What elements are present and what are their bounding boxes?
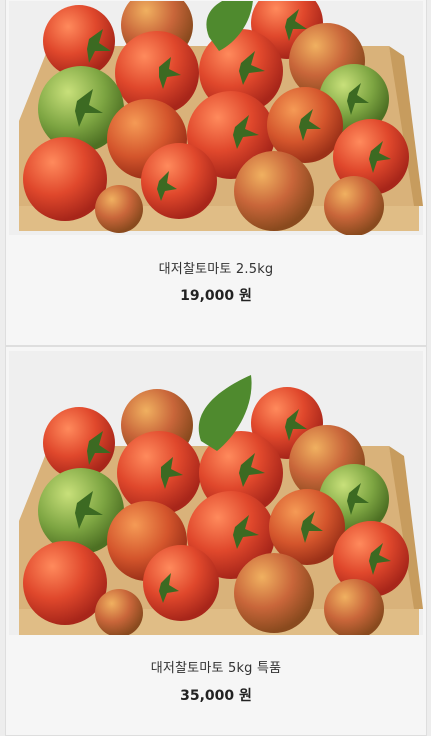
- product-card[interactable]: 대저찰토마토 2.5kg 19,000 원: [5, 0, 427, 346]
- product-name[interactable]: 대저찰토마토 2.5kg: [6, 258, 426, 277]
- product-price: 19,000 원: [180, 288, 252, 304]
- product-image[interactable]: [9, 351, 423, 635]
- product-name[interactable]: 대저찰토마토 5kg 특품: [6, 657, 426, 676]
- product-card[interactable]: 대저찰토마토 5kg 특품 35,000 원: [5, 346, 427, 736]
- product-list: 대저찰토마토 2.5kg 19,000 원 대저찰토마토 5kg 특품 35,0…: [0, 0, 431, 736]
- product-image[interactable]: [9, 1, 423, 235]
- product-price: 35,000 원: [180, 688, 252, 704]
